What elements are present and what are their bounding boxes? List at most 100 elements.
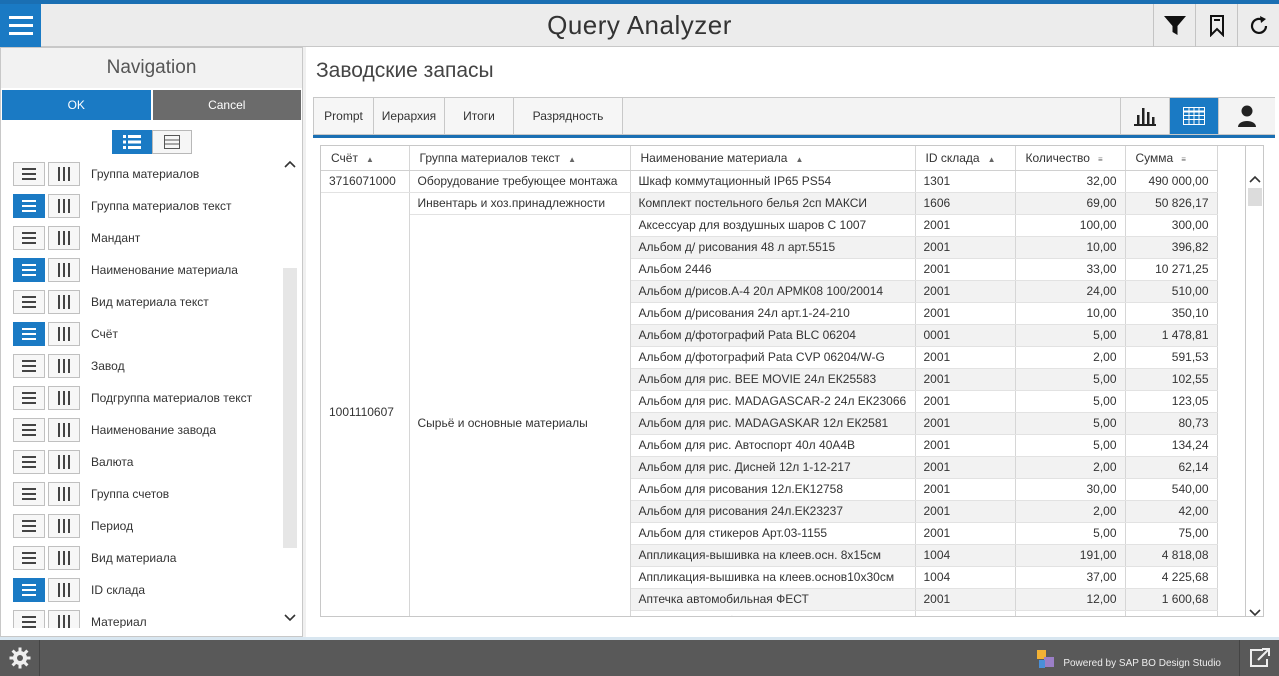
nav-item[interactable]: Наименование материала bbox=[1, 254, 283, 286]
table-view-icon[interactable] bbox=[1169, 98, 1218, 134]
sort-icon[interactable]: ≡ bbox=[1098, 155, 1103, 164]
hierarchy-button[interactable]: Иерархия bbox=[374, 98, 445, 134]
rows-toggle-icon[interactable] bbox=[13, 610, 45, 628]
nav-item[interactable]: Завод bbox=[1, 350, 283, 382]
cell-sum: 300,00 bbox=[1125, 214, 1218, 237]
cell-name: Аптечка автомобильная ФЕСТ Миасс bbox=[630, 610, 916, 616]
cell-warehouse: 0001 bbox=[915, 324, 1016, 347]
nav-item[interactable]: Группа счетов bbox=[1, 478, 283, 510]
columns-toggle-icon[interactable] bbox=[48, 290, 80, 314]
grid-scroll-down-icon[interactable] bbox=[1249, 606, 1261, 620]
nav-item-label: Период bbox=[91, 519, 134, 533]
grid-scrollbar-thumb[interactable] bbox=[1248, 188, 1262, 206]
grid-scrollbar[interactable] bbox=[1246, 145, 1264, 617]
column-header[interactable]: ID склада ▲ bbox=[915, 146, 1016, 171]
ok-button[interactable]: OK bbox=[2, 90, 151, 120]
header-actions bbox=[1153, 4, 1279, 47]
rows-toggle-icon[interactable] bbox=[13, 258, 45, 282]
columns-toggle-icon[interactable] bbox=[48, 194, 80, 218]
cancel-button[interactable]: Cancel bbox=[152, 90, 301, 120]
table-row[interactable]: 1001110607 Инвентарь и хоз.принадлежности… bbox=[321, 192, 1218, 616]
cell-sum: 1 478,81 bbox=[1125, 324, 1218, 347]
filter-icon[interactable] bbox=[1153, 4, 1195, 47]
nav-item[interactable]: Подгруппа материалов текст bbox=[1, 382, 283, 414]
cell-qty: 69,00 bbox=[1015, 192, 1126, 215]
columns-toggle-icon[interactable] bbox=[48, 546, 80, 570]
rows-toggle-icon[interactable] bbox=[13, 546, 45, 570]
columns-toggle-icon[interactable] bbox=[48, 322, 80, 346]
grid-scroll-up-icon[interactable] bbox=[1249, 172, 1261, 186]
cell-qty: 5,00 bbox=[1015, 412, 1126, 435]
rows-toggle-icon[interactable] bbox=[13, 514, 45, 538]
columns-toggle-icon[interactable] bbox=[48, 610, 80, 628]
columns-toggle-icon[interactable] bbox=[48, 226, 80, 250]
cell-name: Альбом для рис. Дисней 12л 1-12-217 bbox=[630, 456, 916, 479]
nav-item[interactable]: Группа материалов bbox=[1, 158, 283, 190]
rows-toggle-icon[interactable] bbox=[13, 322, 45, 346]
sort-icon[interactable]: ▲ bbox=[568, 155, 576, 164]
rows-toggle-icon[interactable] bbox=[13, 482, 45, 506]
table-row[interactable]: 3716071000 Оборудование требующее монтажа… bbox=[321, 170, 1218, 193]
cell-warehouse: 2001 bbox=[915, 258, 1016, 281]
nav-item[interactable]: ID склада bbox=[1, 574, 283, 606]
columns-toggle-icon[interactable] bbox=[48, 418, 80, 442]
column-header[interactable]: Счёт ▲ bbox=[321, 146, 410, 171]
nav-item[interactable]: Период bbox=[1, 510, 283, 542]
nav-item-label: Материал bbox=[91, 615, 147, 628]
columns-toggle-icon[interactable] bbox=[48, 578, 80, 602]
nav-item[interactable]: Наименование завода bbox=[1, 414, 283, 446]
sort-icon[interactable]: ≡ bbox=[1181, 155, 1186, 164]
nav-item[interactable]: Валюта bbox=[1, 446, 283, 478]
nav-item[interactable]: Материал bbox=[1, 606, 283, 628]
sort-icon[interactable]: ▲ bbox=[366, 155, 374, 164]
share-icon[interactable] bbox=[1239, 640, 1279, 676]
rows-toggle-icon[interactable] bbox=[13, 450, 45, 474]
columns-toggle-icon[interactable] bbox=[48, 258, 80, 282]
columns-toggle-icon[interactable] bbox=[48, 354, 80, 378]
scrollbar-thumb[interactable] bbox=[283, 268, 297, 548]
column-header[interactable]: Наименование материала ▲ bbox=[630, 146, 916, 171]
scroll-up-icon[interactable] bbox=[284, 160, 296, 171]
rows-toggle-icon[interactable] bbox=[13, 386, 45, 410]
digits-button[interactable]: Разрядность bbox=[514, 98, 623, 134]
rows-toggle-icon[interactable] bbox=[13, 354, 45, 378]
columns-toggle-icon[interactable] bbox=[48, 386, 80, 410]
rows-toggle-icon[interactable] bbox=[13, 162, 45, 186]
rows-toggle-icon[interactable] bbox=[13, 226, 45, 250]
columns-toggle-icon[interactable] bbox=[48, 162, 80, 186]
cell-name: Альбом 2446 bbox=[630, 258, 916, 281]
column-header[interactable]: Группа материалов текст ▲ bbox=[409, 146, 631, 171]
list-view-icon[interactable] bbox=[111, 130, 152, 154]
nav-item[interactable]: Группа материалов текст bbox=[1, 190, 283, 222]
nav-item[interactable]: Счёт bbox=[1, 318, 283, 350]
chart-view-icon[interactable] bbox=[1120, 98, 1169, 134]
sort-icon[interactable]: ▲ bbox=[795, 155, 803, 164]
table-row[interactable]: Сырьё и основные материалы Аксессуар для … bbox=[321, 214, 1218, 616]
column-header[interactable]: Количество ≡ bbox=[1015, 146, 1126, 171]
navigation-scrollbar[interactable] bbox=[283, 158, 297, 628]
bookmark-icon[interactable] bbox=[1195, 4, 1237, 47]
columns-toggle-icon[interactable] bbox=[48, 482, 80, 506]
scroll-down-icon[interactable] bbox=[284, 614, 296, 625]
cell-name: Альбом для рис. MADAGASKAR 12л ЕК2581 bbox=[630, 412, 916, 435]
cell-qty: 30,00 bbox=[1015, 478, 1126, 501]
rows-toggle-icon[interactable] bbox=[13, 290, 45, 314]
sort-icon[interactable]: ▲ bbox=[988, 155, 996, 164]
totals-button[interactable]: Итоги bbox=[445, 98, 514, 134]
columns-toggle-icon[interactable] bbox=[48, 514, 80, 538]
columns-toggle-icon[interactable] bbox=[48, 450, 80, 474]
nav-item[interactable]: Вид материала bbox=[1, 542, 283, 574]
cell-name: Альбом для рисования 12л.ЕК12758 bbox=[630, 478, 916, 501]
refresh-icon[interactable] bbox=[1237, 4, 1279, 47]
compact-view-icon[interactable] bbox=[151, 130, 192, 154]
settings-gear-icon[interactable] bbox=[0, 640, 40, 676]
rows-toggle-icon[interactable] bbox=[13, 194, 45, 218]
nav-item[interactable]: Вид материала текст bbox=[1, 286, 283, 318]
cell-sum: 4 818,08 bbox=[1125, 544, 1218, 567]
user-icon[interactable] bbox=[1218, 98, 1275, 134]
prompt-button[interactable]: Prompt bbox=[314, 98, 374, 134]
column-header[interactable]: Сумма ≡ bbox=[1125, 146, 1218, 171]
rows-toggle-icon[interactable] bbox=[13, 578, 45, 602]
nav-item[interactable]: Мандант bbox=[1, 222, 283, 254]
rows-toggle-icon[interactable] bbox=[13, 418, 45, 442]
